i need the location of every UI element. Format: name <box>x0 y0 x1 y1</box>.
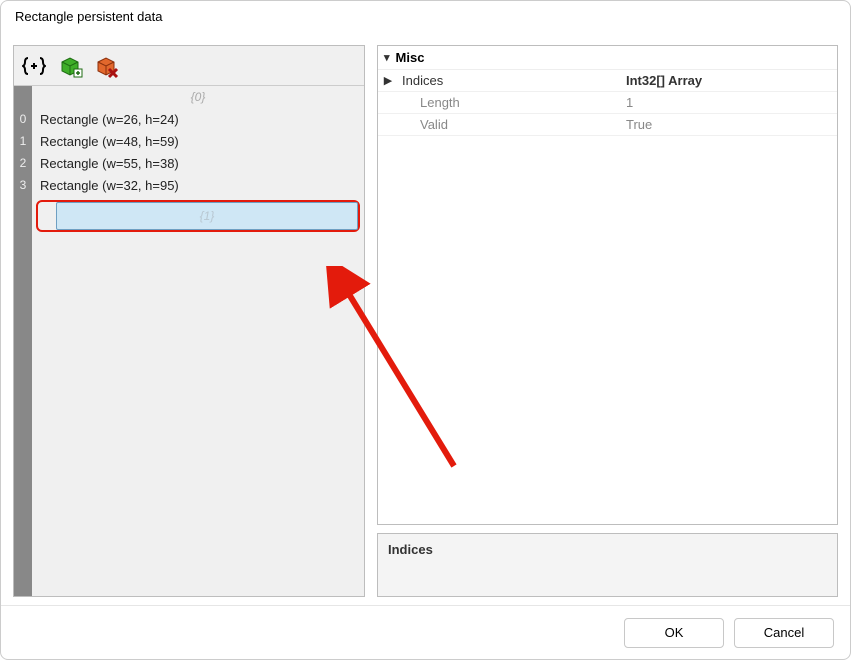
property-row[interactable]: Length 1 <box>378 92 837 114</box>
item-label: Rectangle (w=32, h=95) <box>40 178 179 193</box>
description-title: Indices <box>388 542 433 557</box>
ok-button[interactable]: OK <box>624 618 724 648</box>
tree-list[interactable]: {0} 0 Rectangle (w=26, h=24) 1 Rectangle… <box>14 86 364 596</box>
item-label: Rectangle (w=26, h=24) <box>40 112 179 127</box>
tree-item[interactable]: 1 Rectangle (w=48, h=59) <box>14 130 364 152</box>
chevron-down-icon: ▾ <box>384 51 390 64</box>
braces-plus-icon[interactable] <box>20 52 48 80</box>
toolbar <box>14 46 364 86</box>
tree-group-selected[interactable]: {1} <box>36 200 360 232</box>
property-name: Valid <box>398 117 618 132</box>
cube-remove-icon[interactable] <box>92 52 120 80</box>
item-index: 1 <box>14 134 32 148</box>
tree-item[interactable]: 3 Rectangle (w=32, h=95) <box>14 174 364 196</box>
item-index: 2 <box>14 156 32 170</box>
property-value[interactable]: Int32[] Array <box>618 73 837 88</box>
chevron-right-icon[interactable]: ▶ <box>378 74 398 87</box>
group-label: {0} <box>191 90 206 104</box>
content-area: {0} 0 Rectangle (w=26, h=24) 1 Rectangle… <box>1 37 850 605</box>
group-label: {1} <box>200 209 215 223</box>
tree-panel: {0} 0 Rectangle (w=26, h=24) 1 Rectangle… <box>13 45 365 597</box>
tree-item[interactable]: 0 Rectangle (w=26, h=24) <box>14 108 364 130</box>
property-value: True <box>618 117 837 132</box>
property-value: 1 <box>618 95 837 110</box>
property-category[interactable]: ▾ Misc <box>378 46 837 70</box>
property-name: Indices <box>398 73 618 88</box>
property-grid[interactable]: ▾ Misc ▶ Indices Int32[] Array Length 1 … <box>377 45 838 525</box>
category-label: Misc <box>396 50 425 65</box>
cancel-button[interactable]: Cancel <box>734 618 834 648</box>
cube-add-icon[interactable] <box>56 52 84 80</box>
description-panel: Indices <box>377 533 838 597</box>
item-index: 3 <box>14 178 32 192</box>
button-bar: OK Cancel <box>1 605 850 659</box>
item-index: 0 <box>14 112 32 126</box>
item-label: Rectangle (w=48, h=59) <box>40 134 179 149</box>
property-name: Length <box>398 95 618 110</box>
properties-panel: ▾ Misc ▶ Indices Int32[] Array Length 1 … <box>377 45 838 597</box>
tree-item[interactable]: 2 Rectangle (w=55, h=38) <box>14 152 364 174</box>
property-row[interactable]: ▶ Indices Int32[] Array <box>378 70 837 92</box>
tree-group[interactable]: {0} <box>32 86 364 108</box>
dialog-window: Rectangle persistent data {0} <box>0 0 851 660</box>
item-label: Rectangle (w=55, h=38) <box>40 156 179 171</box>
window-title: Rectangle persistent data <box>1 1 850 32</box>
property-row[interactable]: Valid True <box>378 114 837 136</box>
